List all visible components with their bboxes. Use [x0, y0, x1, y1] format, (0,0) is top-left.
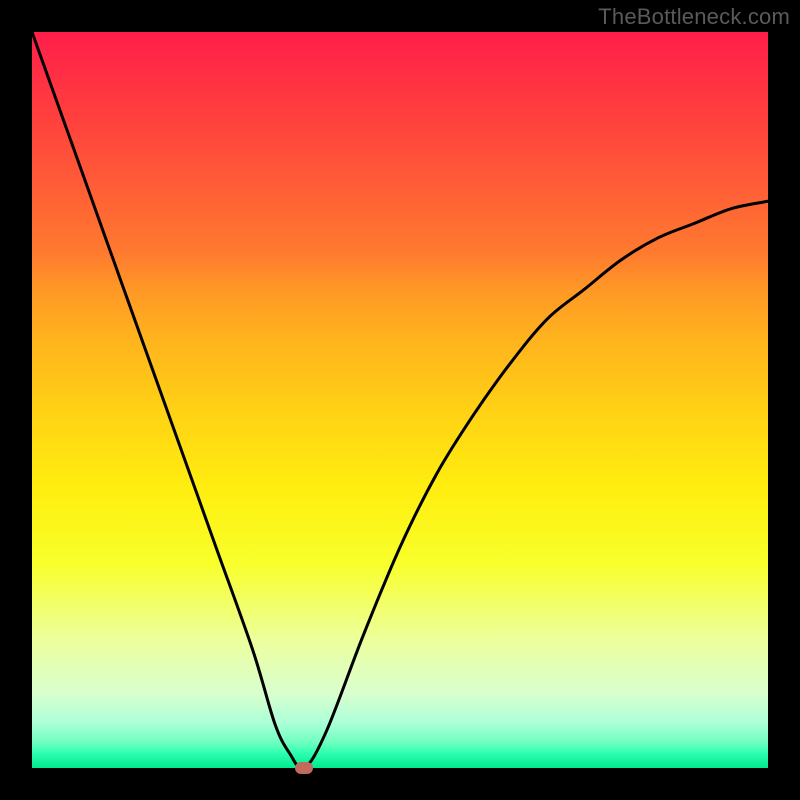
plot-area — [32, 32, 768, 768]
chart-frame: TheBottleneck.com — [0, 0, 800, 800]
bottleneck-curve — [32, 32, 768, 768]
optimum-marker — [295, 762, 313, 774]
watermark-text: TheBottleneck.com — [598, 4, 790, 30]
